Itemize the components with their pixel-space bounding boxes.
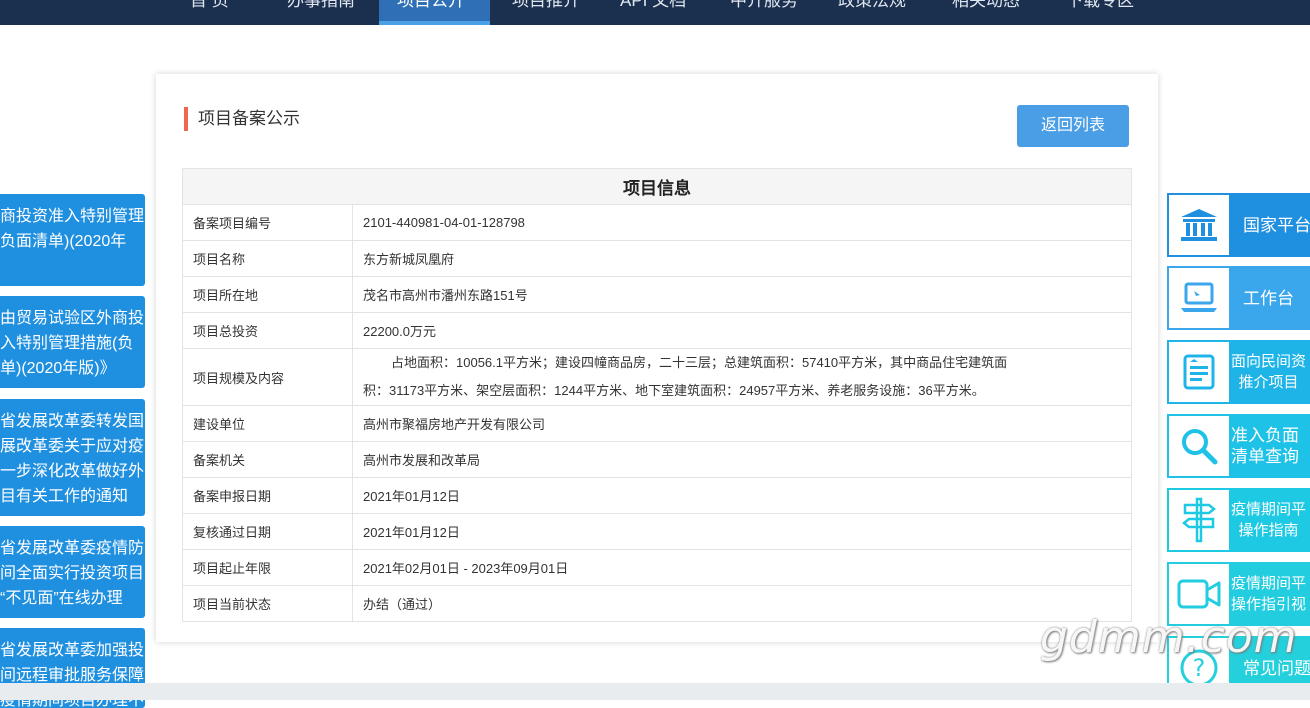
notice-foreign-investment-list[interactable]: 商投资准入特别管理 负面清单)(2020年 [0, 194, 145, 286]
nav-download[interactable]: 下载专区 [1066, 0, 1134, 25]
table-row: 备案机关 高州市发展和改革局 [182, 441, 1132, 478]
table-row: 项目所在地 茂名市高州市潘州东路151号 [182, 276, 1132, 313]
row-value: 2101-440981-04-01-128798 [352, 204, 1132, 241]
notice-line: 一步深化改革做好外 [0, 463, 145, 480]
nav-api-docs[interactable]: API 文档 [620, 0, 686, 25]
nav-news[interactable]: 相关动态 [952, 0, 1020, 25]
project-info-table: 项目信息 备案项目编号 2101-440981-04-01-128798 项目名… [182, 168, 1132, 622]
table-title: 项目信息 [182, 168, 1132, 205]
notice-epidemic-reform[interactable]: 省发展改革委转发国 展改革委关于应对疫 一步深化改革做好外 目有关工作的通知 [0, 399, 145, 516]
row-value: 办结（通过） [352, 585, 1132, 622]
right-item-label: 面向民间资 推介项目 [1229, 340, 1310, 404]
nav-project-promo[interactable]: 项目推介 [512, 0, 580, 25]
row-value: 高州市发展和改革局 [352, 441, 1132, 478]
label-text: 工作台 [1243, 288, 1294, 308]
table-row: 项目起止年限 2021年02月01日 - 2023年09月01日 [182, 549, 1132, 586]
footer-band [0, 683, 1310, 700]
table-row: 项目规模及内容 占地面积：10056.1平方米；建设四幢商品房，二十三层；总建筑… [182, 348, 1132, 406]
row-label: 建设单位 [182, 405, 353, 442]
right-item-workbench[interactable]: 工作台 [1167, 266, 1310, 330]
right-item-national-platform[interactable]: 国家平台 [1167, 193, 1310, 257]
table-row: 备案申报日期 2021年01月12日 [182, 477, 1132, 514]
right-item-label: 国家平台 [1229, 193, 1310, 257]
label-line: 面向民间资 [1231, 353, 1307, 370]
row-value: 东方新城凤凰府 [352, 240, 1132, 277]
nav-active-indicator [379, 21, 490, 25]
nav-policy[interactable]: 政策法规 [838, 0, 906, 25]
notice-line: 目有关工作的通知 [0, 488, 129, 505]
right-item-label: 准入负面 清单查询 [1229, 414, 1310, 478]
notice-line: 入特别管理措施(负 [0, 335, 134, 352]
table-row: 项目总投资 22200.0万元 [182, 312, 1132, 349]
nav-home[interactable]: 首 页 [190, 0, 229, 25]
scale-line-1: 占地面积：10056.1平方米；建设四幢商品房，二十三层；总建筑面积：57410… [391, 355, 1008, 370]
label-text: 国家平台 [1243, 215, 1310, 235]
back-to-list-button[interactable]: 返回列表 [1017, 105, 1129, 147]
right-item-private-capital[interactable]: 面向民间资 推介项目 [1167, 340, 1310, 404]
page-title: 项目备案公示 [184, 107, 300, 131]
signpost-icon [1167, 488, 1229, 552]
right-item-label: 工作台 [1229, 266, 1310, 330]
row-value: 22200.0万元 [352, 312, 1132, 349]
nav-guide[interactable]: 办事指南 [287, 0, 355, 25]
row-label: 项目名称 [182, 240, 353, 277]
notice-line: 负面清单)(2020年 [0, 233, 127, 250]
table-row: 备案项目编号 2101-440981-04-01-128798 [182, 204, 1132, 241]
label-line: 疫情期间平 [1231, 575, 1307, 592]
right-item-label: 疫情期间平 操作指南 [1229, 488, 1310, 552]
laptop-icon [1167, 266, 1229, 330]
right-item-negative-list[interactable]: 准入负面 清单查询 [1167, 414, 1310, 478]
notice-line: 间全面实行投资项目 [0, 565, 145, 582]
row-value: 2021年02月01日 - 2023年09月01日 [352, 549, 1132, 586]
label-line: 操作指南 [1238, 522, 1299, 539]
row-label: 复核通过日期 [182, 513, 353, 550]
row-label: 备案机关 [182, 441, 353, 478]
row-value: 2021年01月12日 [352, 513, 1132, 550]
table-row: 项目当前状态 办结（通过） [182, 585, 1132, 622]
row-label: 项目规模及内容 [182, 348, 353, 406]
row-label: 项目所在地 [182, 276, 353, 313]
label-line: 疫情期间平 [1231, 501, 1307, 518]
label-line: 清单查询 [1231, 447, 1299, 466]
project-record-card: 项目备案公示 返回列表 项目信息 备案项目编号 2101-440981-04-0… [156, 74, 1158, 642]
notice-line: 商投资准入特别管理 [0, 208, 145, 225]
notice-line: 由贸易试验区外商投 [0, 310, 145, 327]
row-label: 项目起止年限 [182, 549, 353, 586]
table-row: 建设单位 高州市聚福房地产开发有限公司 [182, 405, 1132, 442]
nav-intermediary[interactable]: 中介服务 [730, 0, 798, 25]
row-label: 项目总投资 [182, 312, 353, 349]
scale-line-2: 积：31173平方米、架空层面积：1244平方米、地下室建筑面积：24957平方… [363, 383, 985, 398]
notice-line: 省发展改革委转发国 [0, 413, 145, 430]
row-label: 备案申报日期 [182, 477, 353, 514]
notice-free-trade-zone[interactable]: 由贸易试验区外商投 入特别管理措施(负 单)(2020年版)》 [0, 296, 145, 388]
row-value: 占地面积：10056.1平方米；建设四幢商品房，二十三层；总建筑面积：57410… [352, 348, 1132, 406]
table-row: 项目名称 东方新城凤凰府 [182, 240, 1132, 277]
document-list-icon [1167, 340, 1229, 404]
notice-line: 省发展改革委疫情防 [0, 540, 145, 557]
notice-online-approval[interactable]: 省发展改革委疫情防 间全面实行投资项目 “不见面”在线办理 [0, 526, 145, 618]
notice-line: 省发展改革委加强投 [0, 642, 145, 659]
magnifier-icon [1167, 414, 1229, 478]
label-line: 推介项目 [1238, 374, 1299, 391]
label-line: 准入负面 [1231, 426, 1299, 445]
notice-line: 单)(2020年版)》 [0, 360, 116, 377]
bank-building-icon [1167, 193, 1229, 257]
row-label: 备案项目编号 [182, 204, 353, 241]
top-navigation: 首 页 办事指南 项目公开 项目推介 API 文档 中介服务 政策法规 相关动态… [0, 0, 1310, 25]
notice-line: “不见面”在线办理 [0, 590, 123, 607]
row-value: 2021年01月12日 [352, 477, 1132, 514]
row-label: 项目当前状态 [182, 585, 353, 622]
notice-line: 展改革委关于应对疫 [0, 438, 145, 455]
row-value: 高州市聚福房地产开发有限公司 [352, 405, 1132, 442]
table-row: 复核通过日期 2021年01月12日 [182, 513, 1132, 550]
row-value: 茂名市高州市潘州东路151号 [352, 276, 1132, 313]
right-item-epidemic-guide[interactable]: 疫情期间平 操作指南 [1167, 488, 1310, 552]
watermark-text: gdmm.com [1040, 612, 1298, 663]
table-header-row: 项目信息 [182, 168, 1132, 205]
